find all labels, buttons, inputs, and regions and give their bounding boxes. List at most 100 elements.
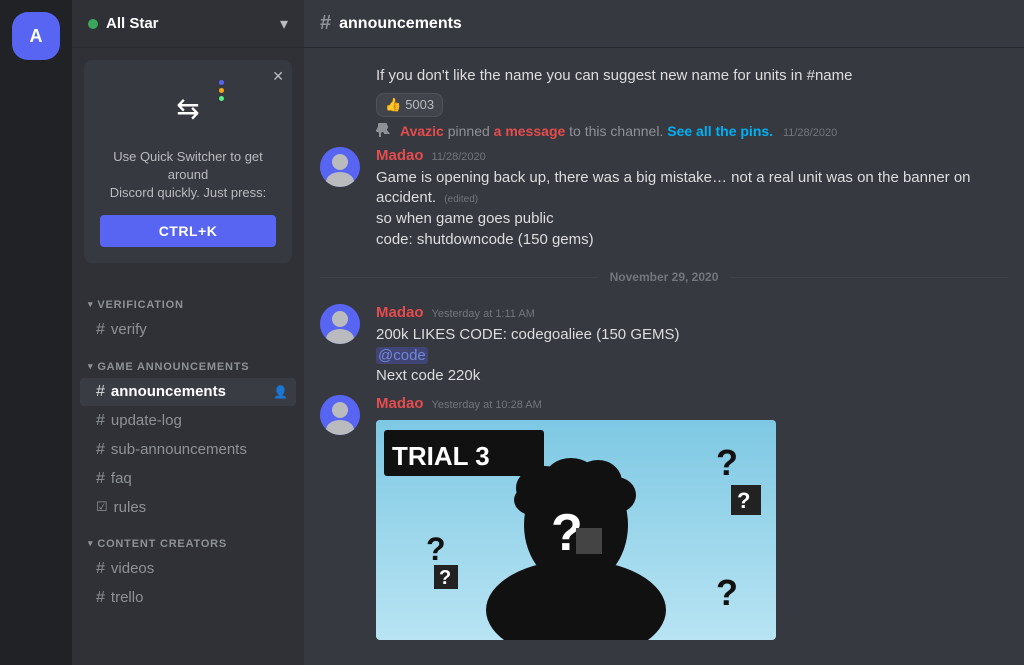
server-dropdown-icon: ▾	[280, 14, 288, 34]
channel-sub-announcements[interactable]: # sub-announcements	[80, 436, 296, 464]
pin-actor: Avazic	[400, 123, 444, 139]
dot-yellow	[219, 88, 224, 93]
channel-name-videos: videos	[111, 560, 154, 577]
pin-tail: to this channel.	[569, 123, 667, 139]
message-content-madao-2: Madao Yesterday at 1:11 AM 200k LIKES CO…	[376, 304, 1008, 387]
ctrl-k-button[interactable]: CTRL+K	[100, 215, 276, 247]
reaction-emoji: 👍	[385, 97, 401, 113]
message-group-madao-1: Madao 11/28/2020 Game is opening back up…	[304, 143, 1024, 255]
server-header[interactable]: All Star ▾	[72, 0, 304, 48]
svg-text:?: ?	[439, 567, 451, 589]
server-sidebar: A	[0, 0, 72, 665]
pin-middle: a message	[494, 123, 566, 139]
hash-icon-videos: #	[96, 560, 105, 578]
message-timestamp-madao-1: 11/28/2020	[432, 151, 486, 163]
reaction-thumbsup[interactable]: 👍 5003	[376, 93, 443, 117]
trial-silhouette-svg: TRIAL 3 ? ? ? ?	[376, 420, 776, 640]
channel-badge-announcements: 👤	[273, 385, 288, 399]
quick-switcher-description: Use Quick Switcher to get around Discord…	[100, 148, 276, 203]
message-header-madao-1: Madao 11/28/2020	[376, 147, 1008, 164]
hash-icon-trello: #	[96, 589, 105, 607]
message-author-madao-1: Madao	[376, 147, 424, 164]
trial-3-image: TRIAL 3	[376, 420, 776, 640]
category-arrow-icon: ▾	[88, 299, 93, 310]
hash-icon-update-log: #	[96, 412, 105, 430]
message-text-madao-1c: code: shutdowncode (150 gems)	[376, 230, 1008, 251]
message-timestamp-madao-3: Yesterday at 10:28 AM	[432, 399, 542, 411]
avatar-img-madao-1	[320, 147, 360, 187]
message-group-madao-2: Madao Yesterday at 1:11 AM 200k LIKES CO…	[304, 300, 1024, 391]
message-content-madao-1: Madao 11/28/2020 Game is opening back up…	[376, 147, 1008, 251]
server-icon-letter: A	[30, 26, 43, 47]
message-timestamp-madao-2: Yesterday at 1:11 AM	[432, 308, 535, 320]
date-divider-text: November 29, 2020	[610, 270, 719, 284]
channel-header-hash-icon: #	[320, 12, 331, 35]
pin-icon	[376, 123, 392, 139]
channel-sidebar: All Star ▾ ✕ ⇆ Use Quick Switcher to get…	[72, 0, 304, 665]
channel-header-name: announcements	[339, 15, 462, 33]
mention-code: @code	[376, 347, 428, 364]
date-divider-nov29: November 29, 2020	[304, 254, 1024, 300]
hash-icon: #	[96, 321, 105, 339]
hash-icon-faq: #	[96, 470, 105, 488]
avatar-madao-3	[320, 395, 360, 435]
checkbox-icon-rules: ☑	[96, 499, 108, 515]
messages-area[interactable]: If you don't like the name you can sugge…	[304, 48, 1024, 665]
channel-name-verify: verify	[111, 321, 147, 338]
message-text-madao-2a: 200k LIKES CODE: codegoaliee (150 GEMS)	[376, 325, 1008, 346]
channel-name-update-log: update-log	[111, 412, 182, 429]
svg-text:?: ?	[716, 442, 738, 483]
category-content-creators[interactable]: ▾ CONTENT CREATORS	[72, 522, 304, 554]
edited-tag: (edited)	[444, 194, 478, 205]
message-group-madao-3: Madao Yesterday at 10:28 AM TRIAL 3	[304, 391, 1024, 644]
channels-list: ▾ VERIFICATION # verify ▾ GAME ANNOUNCEM…	[72, 275, 304, 665]
message-text-madao-2b: @code	[376, 346, 1008, 367]
message-text-madao-1b: so when game goes public	[376, 209, 1008, 230]
message-author-madao-3: Madao	[376, 395, 424, 412]
server-icon-allstar[interactable]: A	[12, 12, 60, 60]
divider-line-right	[730, 277, 1008, 278]
reaction-count: 5003	[405, 97, 434, 112]
quick-switcher-panel: ✕ ⇆ Use Quick Switcher to get around Dis…	[84, 60, 292, 263]
server-online-dot	[88, 19, 98, 29]
pin-timestamp: 11/28/2020	[783, 127, 837, 139]
divider-line-left	[320, 277, 598, 278]
channel-update-log[interactable]: # update-log	[80, 407, 296, 435]
message-text-top: If you don't like the name you can sugge…	[376, 66, 1008, 87]
channel-name-announcements: announcements	[111, 383, 226, 400]
channel-verify[interactable]: # verify	[80, 316, 296, 344]
avatar-madao-1	[320, 147, 360, 187]
category-verification[interactable]: ▾ VERIFICATION	[72, 283, 304, 315]
channel-name-rules: rules	[114, 499, 147, 516]
channel-trello[interactable]: # trello	[80, 584, 296, 612]
svg-text:?: ?	[737, 488, 750, 513]
system-message-pin: Avazic pinned a message to this channel.…	[304, 119, 1024, 143]
category-content-creators-label: CONTENT CREATORS	[97, 538, 227, 550]
channel-name-sub-announcements: sub-announcements	[111, 441, 247, 458]
avatar-img-madao-2	[320, 304, 360, 344]
category-game-announcements-label: GAME ANNOUNCEMENTS	[97, 361, 249, 373]
svg-text:?: ?	[426, 531, 446, 567]
pin-message-text: Avazic pinned a message to this channel.…	[400, 123, 837, 139]
channel-name-trello: trello	[111, 589, 144, 606]
channel-videos[interactable]: # videos	[80, 555, 296, 583]
avatar-img-madao-3	[320, 395, 360, 435]
see-all-pins-link[interactable]: See all the pins.	[667, 123, 773, 139]
channel-announcements[interactable]: # announcements 👤	[80, 378, 296, 406]
arrows-icon: ⇆	[176, 92, 199, 125]
pin-action: pinned	[448, 123, 494, 139]
hash-icon-sub-announcements: #	[96, 441, 105, 459]
dot-teal	[219, 96, 224, 101]
category-game-announcements[interactable]: ▾ GAME ANNOUNCEMENTS	[72, 345, 304, 377]
message-continuation-top: If you don't like the name you can sugge…	[304, 64, 1024, 119]
channel-name-faq: faq	[111, 470, 132, 487]
server-name: All Star	[106, 15, 159, 32]
channel-rules[interactable]: ☑ rules	[80, 494, 296, 521]
category-arrow-icon-3: ▾	[88, 538, 93, 549]
message-content-madao-3: Madao Yesterday at 10:28 AM TRIAL 3	[376, 395, 1008, 640]
message-author-madao-2: Madao	[376, 304, 424, 321]
channel-faq[interactable]: # faq	[80, 465, 296, 493]
svg-text:?: ?	[716, 572, 738, 613]
trial-3-image-embed: TRIAL 3	[376, 420, 776, 640]
message-text-madao-2c: Next code 220k	[376, 366, 1008, 387]
